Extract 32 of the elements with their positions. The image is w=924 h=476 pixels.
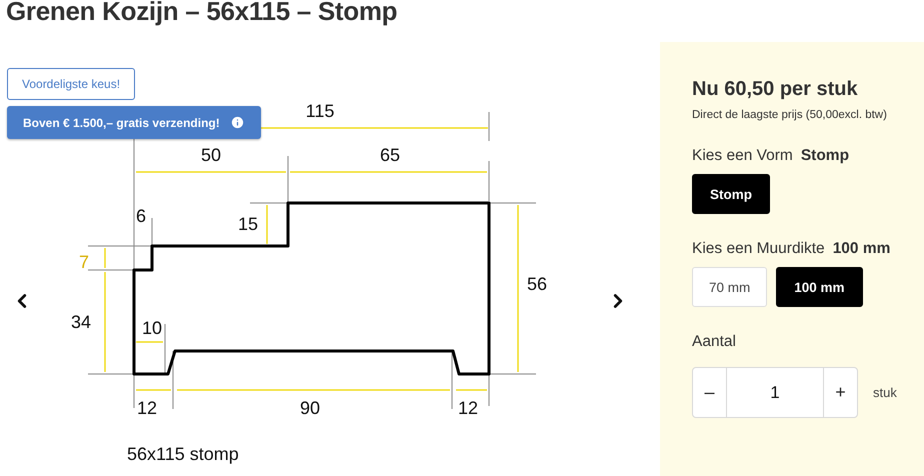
price-note: Direct de laagste prijs (50,00excl. btw): [692, 109, 888, 121]
banner-text: Boven € 1.500,– gratis verzending!: [23, 116, 220, 130]
price-headline: Nu 60,50 per stuk: [692, 78, 859, 101]
increment-button[interactable]: +: [824, 368, 857, 417]
label-badge: Voordeligste keus!: [7, 68, 136, 100]
option-button[interactable]: 100 mm: [776, 267, 863, 307]
dimension-label: 15: [238, 214, 258, 234]
product-title: Grenen Kozijn – 56x115 – Stomp: [5, 0, 398, 28]
quantity-label: Aantal: [692, 333, 737, 351]
dimension-label: 50: [200, 145, 222, 165]
dimension-label: 6: [136, 206, 146, 226]
dimension-label: 56: [526, 274, 548, 294]
decrement-button[interactable]: –: [693, 368, 726, 417]
option-label: Kies een Vorm: [692, 147, 793, 165]
dimension-label: 65: [380, 145, 400, 165]
option-button[interactable]: 70 mm: [692, 267, 768, 307]
dimension-label: 115: [306, 101, 334, 121]
dimension-label: 90: [300, 398, 320, 418]
option-label: Kies een Muurdikte: [692, 240, 825, 258]
option-button[interactable]: Stomp: [692, 174, 770, 214]
dimension-label: 12: [136, 398, 158, 418]
option-value: 100 mm: [832, 240, 890, 258]
image-caption: 56x115 stomp: [127, 444, 239, 465]
dimension-label: 12: [458, 398, 478, 418]
dimension-label: 10: [142, 318, 162, 338]
quantity-field[interactable]: 1: [726, 368, 824, 417]
dimension-label: 7: [79, 252, 89, 272]
dimension-label: 34: [70, 312, 92, 332]
info-icon[interactable]: [230, 115, 245, 130]
quantity-stepper[interactable]: – 1 +: [692, 367, 858, 418]
unit-label: stuk: [873, 385, 897, 400]
option-value: Stomp: [800, 147, 850, 165]
